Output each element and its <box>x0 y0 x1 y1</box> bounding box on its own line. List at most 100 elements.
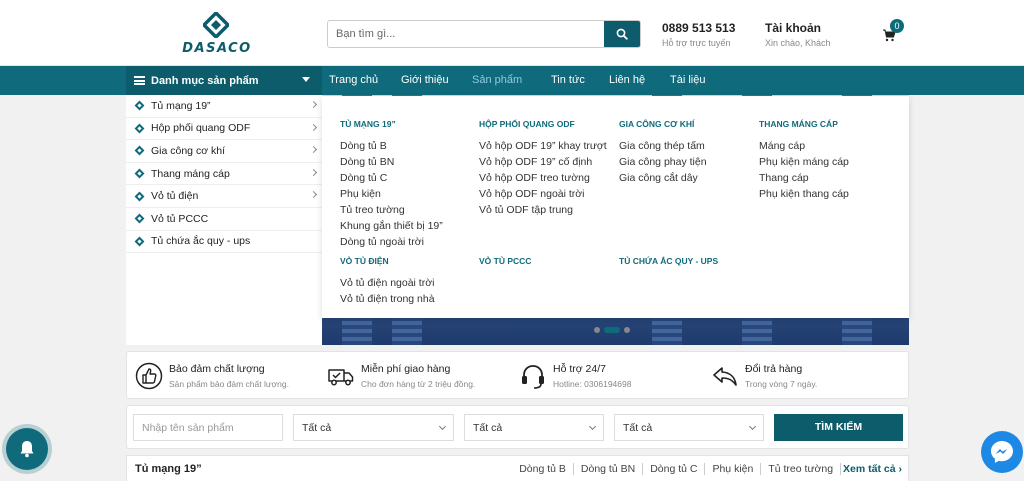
section-link[interactable]: Dòng tủ BN <box>574 463 644 475</box>
mega-link[interactable]: Vỏ hộp ODF 19” khay trượt <box>479 138 607 154</box>
section-links: Dòng tủ B Dòng tủ BN Dòng tủ C Phụ kiện … <box>512 463 902 475</box>
section-link[interactable]: Dòng tủ B <box>512 463 574 475</box>
mega-link[interactable]: Gia công cắt dây <box>619 170 707 186</box>
pagination-dot[interactable] <box>624 327 630 333</box>
sidebar-item-cable-tray[interactable]: Thang máng cáp <box>126 163 322 186</box>
search-input[interactable] <box>328 21 606 47</box>
view-all-link[interactable]: Xem tất cả › <box>841 463 902 475</box>
nav-about[interactable]: Giới thiệu <box>401 66 449 95</box>
section-link[interactable]: Phụ kiện <box>705 463 762 475</box>
cart-button[interactable]: 0 <box>880 19 906 44</box>
mega-link[interactable]: Vỏ tủ điện trong nhà <box>340 291 435 307</box>
pagination-dot-active[interactable] <box>604 327 620 333</box>
search-icon <box>616 28 628 40</box>
diamond-bullet-icon <box>134 213 145 224</box>
feature-title: Đổi trả hàng <box>745 363 803 375</box>
pagination-dot[interactable] <box>594 327 600 333</box>
mega-link[interactable]: Khung gắn thiết bị 19” <box>340 218 443 234</box>
hotline[interactable]: 0889 513 513 Hỗ trợ trực tuyến <box>662 21 735 48</box>
sidebar-item-battery-cabinet[interactable]: Tủ chứa ắc quy - ups <box>126 231 322 254</box>
chevron-right-icon <box>309 146 318 154</box>
mega-link[interactable]: Tủ treo tường <box>340 202 443 218</box>
chevron-down-icon <box>588 422 597 431</box>
cart-count-badge: 0 <box>890 19 904 33</box>
diamond-bullet-icon <box>134 146 145 156</box>
mega-heading[interactable]: VỎ TỦ ĐIỆN <box>340 256 435 266</box>
mega-heading[interactable]: GIA CÔNG CƠ KHÍ <box>619 119 707 129</box>
mega-link[interactable]: Vỏ hộp ODF 19” cố định <box>479 154 607 170</box>
mega-column-battery-cabinet: TỦ CHỨA ẮC QUY - UPS <box>619 256 718 275</box>
logo-diamond-icon <box>203 12 229 38</box>
chevron-down-icon <box>438 422 447 431</box>
mega-link[interactable]: Thang cáp <box>759 170 849 186</box>
mega-link[interactable]: Dòng tủ BN <box>340 154 443 170</box>
mega-heading[interactable]: TỦ CHỨA ẮC QUY - UPS <box>619 256 718 266</box>
mega-heading[interactable]: VỎ TỦ PCCC <box>479 256 531 266</box>
filter-select-1[interactable]: Tất cả <box>293 414 454 441</box>
mega-link[interactable]: Vỏ tủ ODF tập trung <box>479 202 607 218</box>
sidebar-item-network-cabinet[interactable]: Tủ mạng 19” <box>126 95 322 118</box>
section-link[interactable]: Dòng tủ C <box>643 463 706 475</box>
thumbs-up-icon <box>135 362 163 390</box>
mega-link[interactable]: Gia công thép tấm <box>619 138 707 154</box>
nav-products[interactable]: Sản phẩm <box>472 66 522 95</box>
select-value: Tất cả <box>623 421 653 434</box>
mega-link[interactable]: Vỏ hộp ODF ngoài trời <box>479 186 607 202</box>
messenger-icon <box>991 441 1013 463</box>
sidebar-item-odf[interactable]: Hộp phối quang ODF <box>126 118 322 141</box>
mega-heading[interactable]: TỦ MẠNG 19” <box>340 119 443 129</box>
feature-subtitle: Cho đơn hàng từ 2 triệu đồng. <box>361 379 476 389</box>
sidebar-item-label: Gia công cơ khí <box>151 144 226 157</box>
product-name-input[interactable]: Nhập tên sản phẩm <box>133 414 283 441</box>
nav-contact[interactable]: Liên hệ <box>609 66 645 95</box>
mega-link[interactable]: Phụ kiện máng cáp <box>759 154 849 170</box>
logo[interactable]: DASACO <box>178 10 256 58</box>
filter-select-3[interactable]: Tất cả <box>614 414 764 441</box>
site-header: DASACO 0889 513 513 Hỗ trợ trực tuyến Tà… <box>0 0 1024 66</box>
mega-link[interactable]: Vỏ hộp ODF treo tường <box>479 170 607 186</box>
view-all-label: Xem tất cả <box>843 463 896 475</box>
mega-link[interactable]: Dòng tủ ngoài trời <box>340 234 443 250</box>
category-menu-label: Danh mục sản phẩm <box>151 74 259 87</box>
mega-link[interactable]: Vỏ tủ điện ngoài trời <box>340 275 435 291</box>
nav-documents[interactable]: Tài liệu <box>670 66 705 95</box>
section-link[interactable]: Tủ treo tường <box>761 463 842 475</box>
mega-column-electrical-cabinet: VỎ TỦ ĐIỆN Vỏ tủ điện ngoài trời Vỏ tủ đ… <box>340 256 435 307</box>
mega-link[interactable]: Phụ kiện thang cáp <box>759 186 849 202</box>
messenger-chat-button[interactable] <box>981 431 1023 473</box>
return-arrow-icon <box>713 367 737 386</box>
sidebar-item-machining[interactable]: Gia công cơ khí <box>126 140 322 163</box>
select-value: Tất cả <box>302 421 332 434</box>
nav-home[interactable]: Trang chủ <box>329 66 378 95</box>
sidebar-item-electrical-cabinet[interactable]: Vỏ tủ điện <box>126 185 322 208</box>
mega-link[interactable]: Phụ kiện <box>340 186 443 202</box>
sidebar-item-label: Thang máng cáp <box>151 167 230 180</box>
main-nav: Danh mục sản phẩm Trang chủ Giới thiệu S… <box>0 66 1024 95</box>
nav-news[interactable]: Tin tức <box>551 66 585 95</box>
category-menu-toggle[interactable]: Danh mục sản phẩm <box>126 66 322 95</box>
account[interactable]: Tài khoản Xin chào, Khách <box>765 21 831 48</box>
features-bar: Bảo đảm chất lượng Sản phẩm bảo đảm chất… <box>126 351 909 399</box>
mega-heading[interactable]: THANG MÁNG CÁP <box>759 119 849 129</box>
filter-search-button[interactable]: TÌM KIẾM <box>774 414 903 441</box>
notification-bell-button[interactable] <box>6 428 48 470</box>
truck-icon <box>328 369 354 386</box>
mega-column-network-cabinet: TỦ MẠNG 19” Dòng tủ B Dòng tủ BN Dòng tủ… <box>340 119 443 250</box>
mega-link[interactable]: Dòng tủ B <box>340 138 443 154</box>
filter-select-2[interactable]: Tất cả <box>464 414 604 441</box>
diamond-bullet-icon <box>134 168 145 179</box>
diamond-bullet-icon <box>134 236 145 247</box>
mega-link[interactable]: Dòng tủ C <box>340 170 443 186</box>
banner-pagination <box>594 327 630 333</box>
diamond-bullet-icon <box>134 100 145 111</box>
chevron-right-icon <box>309 168 318 176</box>
account-title: Tài khoản <box>765 21 822 35</box>
mega-link[interactable]: Gia công phay tiện <box>619 154 707 170</box>
mega-heading[interactable]: HỘP PHỐI QUANG ODF <box>479 119 607 129</box>
search-button[interactable] <box>604 21 640 47</box>
category-sidebar: Tủ mạng 19” Hộp phối quang ODF Gia công … <box>126 95 322 345</box>
mega-link[interactable]: Máng cáp <box>759 138 849 154</box>
diamond-bullet-icon <box>134 123 145 134</box>
sidebar-item-fire-cabinet[interactable]: Vỏ tủ PCCC <box>126 208 322 231</box>
chevron-right-icon <box>309 100 318 109</box>
